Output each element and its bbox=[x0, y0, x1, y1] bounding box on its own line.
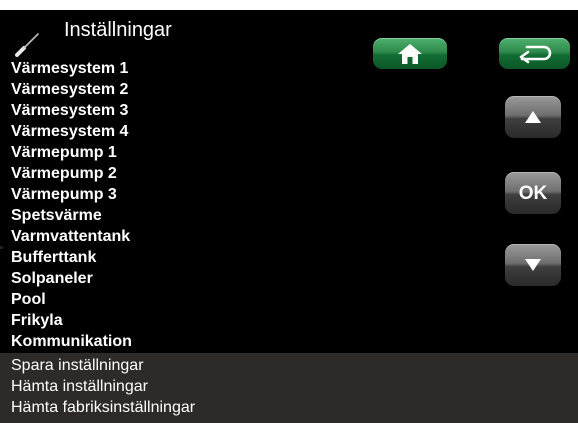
back-button[interactable] bbox=[499, 38, 570, 69]
menu-item-spetsvarme[interactable]: Spetsvärme bbox=[11, 205, 132, 226]
load-settings-item[interactable]: Hämta inställningar bbox=[11, 376, 578, 397]
load-factory-settings-item[interactable]: Hämta fabriksinställningar bbox=[11, 397, 578, 418]
menu-item-frikyla[interactable]: Frikyla bbox=[11, 310, 132, 331]
home-button[interactable] bbox=[373, 38, 447, 69]
menu-item-varmepump-2[interactable]: Värmepump 2 bbox=[11, 163, 132, 184]
menu-item-varmesystem-1[interactable]: Värmesystem 1 bbox=[11, 58, 132, 79]
menu-item-pool[interactable]: Pool bbox=[11, 289, 132, 310]
menu-item-varmesystem-3[interactable]: Värmesystem 3 bbox=[11, 100, 132, 121]
ok-button[interactable]: OK bbox=[505, 172, 561, 214]
menu-item-bufferttank[interactable]: Bufferttank bbox=[11, 247, 132, 268]
home-icon bbox=[398, 43, 422, 64]
menu-item-kommunikation[interactable]: Kommunikation bbox=[11, 331, 132, 352]
save-settings-item[interactable]: Spara inställningar bbox=[11, 355, 578, 376]
screwdriver-icon bbox=[14, 32, 40, 58]
menu-item-varmesystem-4[interactable]: Värmesystem 4 bbox=[11, 121, 132, 142]
ok-button-label: OK bbox=[518, 183, 548, 204]
edge-divider bbox=[0, 246, 3, 249]
arrow-up-icon bbox=[525, 111, 541, 123]
scroll-up-button[interactable] bbox=[505, 96, 561, 138]
settings-screen: Inställningar Värmesystem 1 Värmesystem … bbox=[0, 10, 578, 423]
menu-item-varmvattentank[interactable]: Varmvattentank bbox=[11, 226, 132, 247]
arrow-down-icon bbox=[525, 259, 541, 271]
settings-menu: Värmesystem 1 Värmesystem 2 Värmesystem … bbox=[11, 58, 132, 352]
back-arrow-icon bbox=[519, 45, 551, 63]
menu-item-varmesystem-2[interactable]: Värmesystem 2 bbox=[11, 79, 132, 100]
menu-item-varmepump-1[interactable]: Värmepump 1 bbox=[11, 142, 132, 163]
scroll-down-button[interactable] bbox=[505, 244, 561, 286]
menu-item-solpaneler[interactable]: Solpaneler bbox=[11, 268, 132, 289]
footer-actions: Spara inställningar Hämta inställningar … bbox=[0, 353, 578, 423]
menu-item-varmepump-3[interactable]: Värmepump 3 bbox=[11, 184, 132, 205]
page-title: Inställningar bbox=[64, 19, 172, 41]
